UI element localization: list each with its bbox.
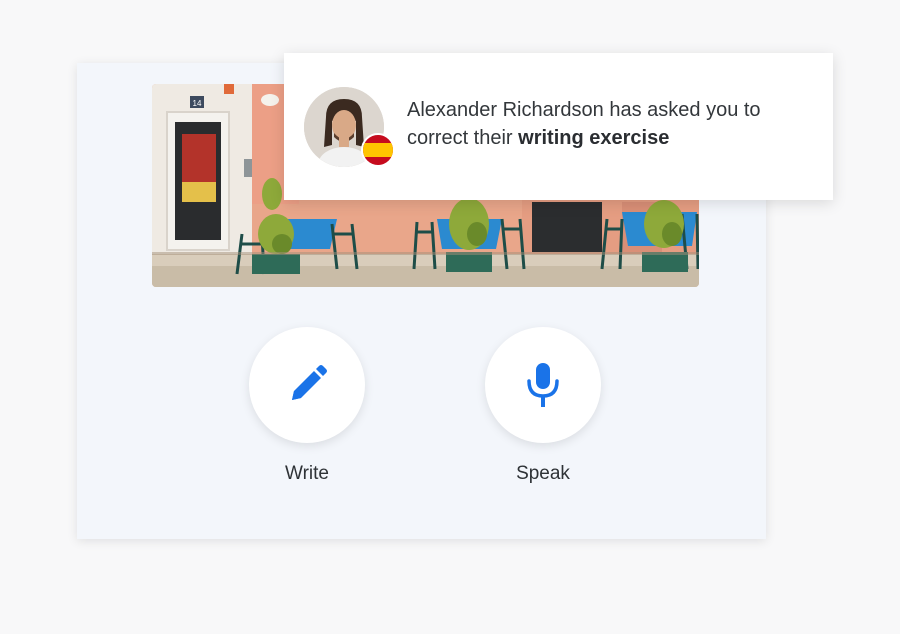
pencil-icon — [292, 365, 327, 400]
write-button[interactable] — [249, 327, 365, 443]
microphone-icon — [527, 363, 559, 407]
exercise-type: writing exercise — [518, 127, 670, 149]
speak-label: Speak — [516, 463, 570, 484]
write-action[interactable]: Write — [227, 327, 387, 485]
spain-flag-icon — [361, 133, 395, 167]
write-label: Write — [285, 463, 329, 484]
notification-message: Alexander Richardson has asked you to co… — [407, 96, 807, 152]
speak-button[interactable] — [485, 327, 601, 443]
speak-action[interactable]: Speak — [463, 327, 623, 485]
user-name: Alexander Richardson — [407, 99, 604, 121]
correction-request-notification[interactable]: Alexander Richardson has asked you to co… — [284, 53, 833, 200]
door-number: 14 — [193, 99, 202, 108]
